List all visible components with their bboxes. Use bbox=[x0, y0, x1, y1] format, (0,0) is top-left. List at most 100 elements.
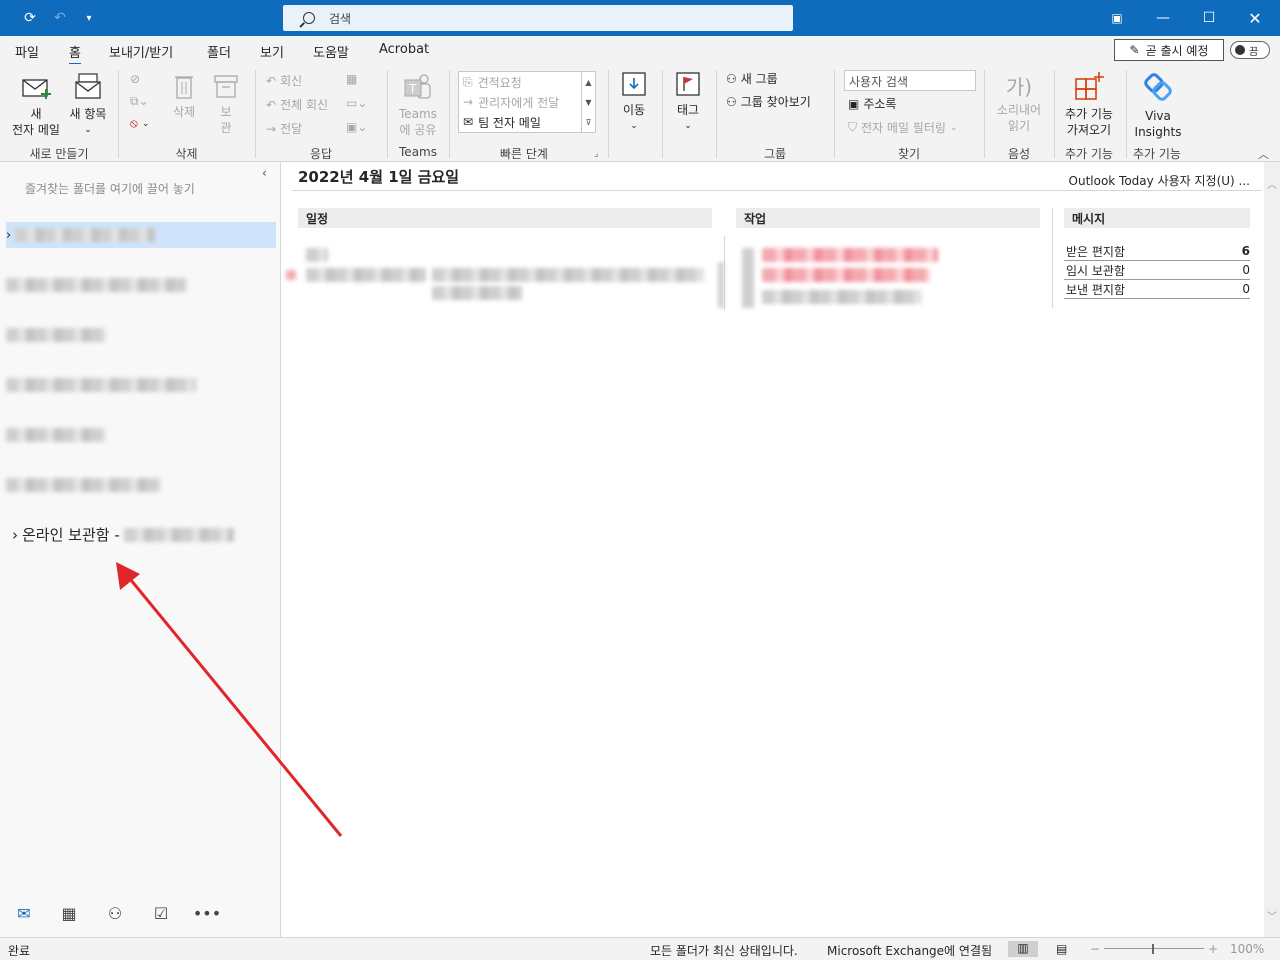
collapse-pane-icon[interactable]: ‹ bbox=[262, 166, 267, 180]
viva-insights-button[interactable]: Viva Insights bbox=[1130, 70, 1186, 140]
status-text: 완료 bbox=[8, 944, 31, 958]
mailbox-account[interactable]: › bbox=[6, 222, 276, 248]
quick-steps-gallery[interactable]: ⎘ 견적요청 → 관리자에게 전달 ✉ 팀 전자 메일 ▲ ▼ ⊽ bbox=[458, 71, 596, 133]
quick-step-item[interactable]: ⎘ 견적요청 bbox=[459, 72, 595, 92]
share-to-teams-button[interactable]: T Teams 에 공유 bbox=[394, 72, 442, 138]
clean-up-button[interactable]: ⧉⌄ bbox=[130, 94, 149, 109]
zoom-slider[interactable] bbox=[1104, 948, 1204, 949]
tab-home[interactable]: 홈 bbox=[69, 42, 81, 66]
meeting-button[interactable]: ▦ bbox=[346, 72, 357, 86]
ribbon-separator bbox=[608, 70, 609, 158]
address-book-button[interactable]: ▣ 주소록 bbox=[848, 95, 896, 112]
quick-step-item[interactable]: ✉ 팀 전자 메일 bbox=[459, 112, 595, 132]
mail-icon[interactable]: ✉ bbox=[13, 903, 35, 923]
tab-send-receive[interactable]: 보내기/받기 bbox=[109, 42, 173, 61]
blurred-calendar-bar bbox=[718, 262, 724, 308]
reading-view-icon[interactable]: ▤ bbox=[1056, 942, 1067, 956]
tab-folder[interactable]: 폴더 bbox=[207, 42, 231, 61]
scroll-down-icon[interactable]: ﹀ bbox=[1267, 908, 1277, 923]
group-delete-label: 삭제 bbox=[175, 147, 198, 161]
message-folder-label: 임시 보관함 bbox=[1066, 263, 1126, 278]
folder-item[interactable] bbox=[6, 272, 276, 298]
zoom-level[interactable]: 100% bbox=[1230, 942, 1264, 956]
quick-steps-launcher[interactable]: ⌟ bbox=[594, 149, 598, 159]
archive-button[interactable]: 보 관 bbox=[208, 72, 244, 136]
coming-soon-button[interactable]: ✎ 곧 출시 예정 bbox=[1114, 39, 1224, 61]
divider bbox=[292, 190, 1262, 191]
tab-help[interactable]: 도움말 bbox=[313, 42, 349, 61]
online-archive-folder[interactable]: › 온라인 보관함 - bbox=[12, 524, 234, 545]
group-quick-steps-label: 빠른 단계 bbox=[500, 147, 548, 161]
coming-soon-toggle[interactable]: 끔 bbox=[1230, 41, 1270, 59]
close-button[interactable]: ✕ bbox=[1232, 0, 1278, 36]
message-count: 0 bbox=[1242, 282, 1250, 296]
ribbon-display-icon[interactable]: ▣ bbox=[1094, 0, 1140, 36]
undo-icon[interactable]: ↶ bbox=[51, 9, 69, 27]
scroll-up-icon[interactable]: ︿ bbox=[1267, 176, 1277, 191]
folder-item[interactable] bbox=[6, 322, 276, 348]
read-aloud-button[interactable]: 가) 소리내어 읽기 bbox=[990, 72, 1048, 134]
normal-view-icon[interactable]: ▥ bbox=[1008, 941, 1038, 957]
zoom-out-icon[interactable]: − bbox=[1090, 942, 1100, 956]
more-apps-icon[interactable]: ••• bbox=[193, 903, 221, 923]
blurred-task-item bbox=[762, 290, 922, 304]
more-respond-icon: ▣⌄ bbox=[346, 120, 368, 134]
reply-button[interactable]: ↶ 회신 bbox=[266, 72, 302, 89]
blurred-calendar-subject bbox=[432, 268, 704, 282]
filter-email-button[interactable]: ⛉ 전자 메일 필터링 ⌄ bbox=[848, 119, 957, 136]
quick-steps-scroll[interactable]: ▲ ▼ ⊽ bbox=[581, 72, 595, 132]
outlook-today-pane: 2022년 4월 1일 금요일 Outlook Today 사용자 지정(U) … bbox=[282, 162, 1264, 937]
move-button[interactable]: 이동 ⌄ bbox=[616, 70, 652, 134]
im-button[interactable]: ▭⌄ bbox=[346, 96, 367, 110]
people-search-input[interactable]: 사용자 검색 bbox=[844, 70, 976, 91]
folder-item[interactable] bbox=[6, 422, 276, 448]
message-row-sent[interactable]: 보낸 편지함 0 bbox=[1064, 280, 1250, 299]
messages-section-heading: 메시지 bbox=[1064, 208, 1250, 228]
tasks-icon[interactable]: ☑ bbox=[150, 903, 172, 923]
junk-button[interactable]: ⦸ ⌄ bbox=[130, 116, 149, 131]
new-items-button[interactable]: 새 항목 ⌄ bbox=[66, 72, 110, 138]
group-respond-label: 응답 bbox=[309, 147, 333, 161]
folder-item[interactable] bbox=[6, 472, 276, 498]
sync-icon[interactable]: ⟳ bbox=[21, 9, 39, 27]
tags-button[interactable]: 태그 ⌄ bbox=[670, 70, 706, 134]
maximize-button[interactable]: ☐ bbox=[1186, 0, 1232, 36]
ignore-button[interactable]: ⊘ bbox=[130, 72, 140, 86]
tab-acrobat[interactable]: Acrobat bbox=[379, 42, 429, 57]
blurred-archive-name bbox=[123, 527, 234, 542]
move-label: 이동 bbox=[622, 103, 646, 117]
read-aloud-label-1: 소리내어 bbox=[996, 103, 1042, 117]
more-respond-button[interactable]: ▣⌄ bbox=[346, 120, 367, 134]
archive-icon bbox=[214, 75, 238, 98]
message-row-inbox[interactable]: 받은 편지함 6 bbox=[1064, 242, 1250, 261]
zoom-slider-thumb[interactable] bbox=[1152, 944, 1154, 954]
new-group-button[interactable]: ⚇ 새 그룹 bbox=[726, 70, 778, 87]
delete-button[interactable]: 삭제 bbox=[166, 72, 202, 120]
zoom-in-icon[interactable]: + bbox=[1208, 942, 1218, 956]
addins-icon bbox=[1075, 72, 1104, 100]
tab-file[interactable]: 파일 bbox=[15, 42, 39, 61]
new-email-button[interactable]: 새 전자 메일 bbox=[10, 74, 62, 138]
collapse-ribbon-button[interactable]: ︿ bbox=[1258, 146, 1269, 162]
connection-status[interactable]: Microsoft Exchange에 연결됨 bbox=[827, 942, 992, 959]
minimize-button[interactable]: — bbox=[1140, 0, 1186, 36]
reply-all-button[interactable]: ↶ 전체 회신 bbox=[266, 96, 328, 113]
customize-outlook-today-link[interactable]: Outlook Today 사용자 지정(U) ... bbox=[1069, 172, 1250, 189]
customize-quick-access-icon[interactable]: ▾ bbox=[80, 9, 98, 27]
blurred-calendar-date bbox=[306, 248, 328, 262]
vertical-scrollbar[interactable]: ︿ ﹀ bbox=[1264, 162, 1280, 937]
tab-view[interactable]: 보기 bbox=[260, 42, 284, 61]
message-row-drafts[interactable]: 임시 보관함 0 bbox=[1064, 261, 1250, 280]
forward-button[interactable]: → 전달 bbox=[266, 120, 302, 137]
people-icon[interactable]: ⚇ bbox=[104, 903, 126, 923]
online-archive-label: 온라인 보관함 - bbox=[22, 526, 120, 544]
blurred-calendar-time bbox=[306, 268, 426, 282]
search-input[interactable]: 검색 bbox=[283, 5, 793, 31]
calendar-icon[interactable]: ▦ bbox=[58, 903, 80, 923]
browse-groups-button[interactable]: ⚇ 그룹 찾아보기 bbox=[726, 93, 811, 110]
quick-step-item[interactable]: → 관리자에게 전달 bbox=[459, 92, 595, 112]
folder-item[interactable] bbox=[6, 372, 276, 398]
teams-icon: T bbox=[404, 74, 431, 99]
get-addins-button[interactable]: 추가 기능 가져오기 bbox=[1058, 70, 1120, 138]
blurred-folder-name bbox=[6, 428, 106, 442]
